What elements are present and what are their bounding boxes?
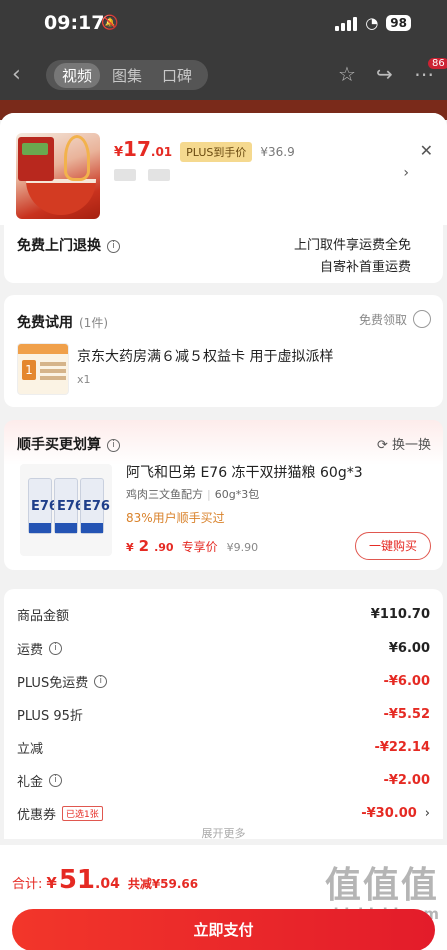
- addon-item-spec: 鸡肉三文鱼配方 | 60g*3包: [126, 488, 260, 501]
- summary-row: 礼金 i -¥2.00: [17, 772, 430, 790]
- free-trial-title: 免费试用 (1件): [17, 315, 108, 331]
- chevron-right-icon[interactable]: ›: [425, 806, 430, 821]
- trial-item-qty: x1: [77, 373, 91, 386]
- trial-item-image: 1: [17, 343, 69, 395]
- tab-reviews[interactable]: 口碑: [154, 63, 200, 88]
- info-icon[interactable]: i: [49, 773, 63, 787]
- info-icon[interactable]: i: [49, 641, 63, 655]
- checkout-sheet: ¥17.01 PLUS到手价 ¥36.9 ✕ › 免费上门退换 i 上门取件享运费…: [0, 113, 447, 950]
- summary-row: 运费 i ¥6.00: [17, 640, 430, 658]
- product-price: ¥17.01: [114, 137, 173, 161]
- claim-radio[interactable]: [413, 310, 431, 328]
- star-icon[interactable]: ☆: [338, 62, 356, 86]
- spec-selector[interactable]: [114, 169, 170, 181]
- order-total: 合计: ¥51.04 共减¥59.66: [12, 865, 199, 895]
- signal-icon: [335, 15, 358, 31]
- summary-row: PLUS免运费 i -¥6.00: [17, 673, 430, 691]
- nav-bar: ‹ 视频 图集 口碑 ☆ ↪ ⋯ 86: [0, 58, 447, 94]
- addon-item-name[interactable]: 阿飞和巴弟 E76 冻干双拼猫粮 60g*3: [126, 462, 363, 482]
- product-image: [16, 133, 100, 219]
- status-bar: 09:17 🔕 ◔ 98: [0, 0, 447, 48]
- back-icon[interactable]: ‹: [12, 62, 21, 87]
- summary-row: 商品金额 ¥110.70: [17, 606, 430, 624]
- original-price: ¥36.9: [260, 145, 295, 159]
- addon-item-image[interactable]: E76 E76 E76: [20, 464, 112, 556]
- plus-price-tag: PLUS到手价: [180, 142, 253, 162]
- addon-title: 顺手买更划算 i: [17, 434, 120, 454]
- return-service-desc: 上门取件享运费全免 自寄补首重运费: [293, 238, 411, 275]
- one-click-buy-button[interactable]: 一键购买: [355, 532, 431, 560]
- pay-now-button[interactable]: 立即支付: [12, 909, 435, 950]
- tab-gallery[interactable]: 图集: [104, 63, 150, 88]
- swap-button[interactable]: ⟳ 换一换: [377, 434, 431, 453]
- addon-card: 顺手买更划算 i ⟳ 换一换 E76 E76 E76 阿飞和巴弟 E76 冻干双拼…: [4, 420, 443, 570]
- info-icon[interactable]: i: [94, 674, 108, 688]
- addon-price: ¥2.90 专享价 ¥9.90: [126, 537, 259, 555]
- return-service-title: 免费上门退换 i: [17, 235, 120, 255]
- summary-row: 立减 -¥22.14: [17, 739, 430, 757]
- close-icon[interactable]: ✕: [420, 141, 433, 160]
- status-right: ◔ 98: [335, 14, 411, 32]
- free-trial-claim[interactable]: 免费领取: [359, 310, 431, 328]
- product-header: ¥17.01 PLUS到手价 ¥36.9 ✕ ›: [0, 113, 447, 225]
- info-icon[interactable]: i: [107, 438, 120, 452]
- wifi-icon: ◔: [365, 14, 379, 32]
- expand-more[interactable]: 展开更多: [4, 825, 443, 841]
- tab-video[interactable]: 视频: [54, 62, 101, 88]
- total-saved: 共减¥59.66: [127, 877, 199, 891]
- product-price-row: ¥17.01 PLUS到手价 ¥36.9: [114, 137, 295, 162]
- summary-row: PLUS 95折 -¥5.52: [17, 706, 430, 724]
- free-trial-card: 免费试用 (1件) 免费领取 1 京东大药房满６减５权益卡 用于虚拟派样 x1: [4, 295, 443, 407]
- info-icon[interactable]: i: [107, 239, 120, 253]
- battery-icon: 98: [386, 15, 411, 31]
- media-tabs: 视频 图集 口碑: [46, 60, 209, 90]
- status-time: 09:17: [44, 12, 105, 34]
- trial-item-name: 京东大药房满６减５权益卡 用于虚拟派样: [77, 349, 334, 365]
- share-icon[interactable]: ↪: [376, 62, 393, 86]
- checkout-bar: 合计: ¥51.04 共减¥59.66 值值值 zhizhizhi.com 立即…: [0, 845, 447, 950]
- price-summary-card: 商品金额 ¥110.70 运费 i ¥6.00 PLUS免运费 i -¥6.00 P…: [4, 589, 443, 841]
- notification-badge: 86: [428, 58, 447, 69]
- coupon-tag: 已选1张: [62, 805, 103, 821]
- return-service-card: 免费上门退换 i 上门取件享运费全免 自寄补首重运费: [4, 225, 443, 283]
- chevron-right-icon[interactable]: ›: [403, 165, 409, 181]
- bell-slash-icon: 🔕: [101, 15, 119, 31]
- addon-popularity: 83%用户顺手买过: [126, 511, 225, 525]
- coupon-row[interactable]: 优惠券 已选1张 -¥30.00 ›: [17, 802, 430, 824]
- refresh-icon: ⟳: [376, 438, 388, 453]
